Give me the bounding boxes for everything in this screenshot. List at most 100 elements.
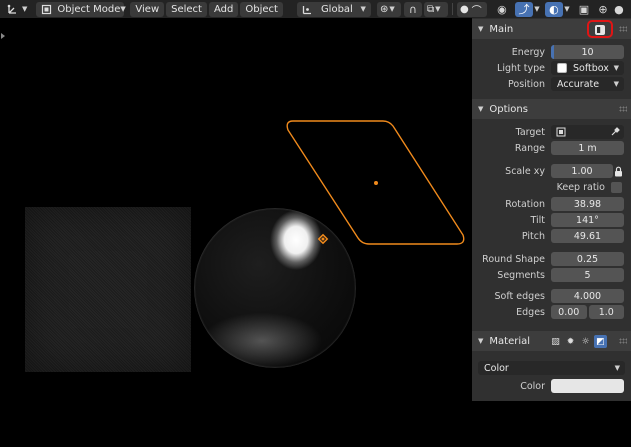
chevron-down-icon: ▼ <box>613 80 619 88</box>
range-label: Range <box>514 142 545 154</box>
mode-select[interactable]: Object Mode ▼ <box>36 1 126 17</box>
round-shape-field[interactable]: 0.25 <box>551 252 624 266</box>
softbox-swatch-icon <box>557 63 567 73</box>
round-shape-label: Round Shape <box>482 253 545 265</box>
collapse-triangle-icon: ▼ <box>478 337 484 345</box>
properties-sidebar: ▼ Main Energy 10 Light type Softbox ▼ Po… <box>472 18 631 401</box>
material-section: ▼ Material ▨ ✹ ☼ ◩ <box>472 331 631 351</box>
overlays-toggle[interactable]: ◐ <box>544 1 563 17</box>
softbox-light-gizmo[interactable] <box>285 117 467 249</box>
rotation-label: Rotation <box>505 198 545 210</box>
position-select[interactable]: Accurate ▼ <box>551 77 624 91</box>
falloff-icon: ⌒ <box>471 5 482 17</box>
range-field[interactable]: 1 m <box>551 141 624 155</box>
orientation-label: Global <box>320 3 353 15</box>
pitch-value: 49.61 <box>573 230 602 242</box>
menu-view[interactable]: View <box>130 1 165 17</box>
pivot-icon: ⊛ <box>379 3 389 15</box>
color-row: Color <box>472 379 631 393</box>
segments-value: 5 <box>584 269 591 281</box>
drag-grip-icon[interactable] <box>619 106 627 112</box>
material-type-row: Color ▼ <box>472 361 631 375</box>
transform-orientation-select[interactable]: Global ▼ <box>296 1 371 17</box>
segments-row: Segments 5 <box>472 268 631 282</box>
bulb-icon[interactable]: ☼ <box>579 335 592 348</box>
keep-ratio-label: Keep ratio <box>556 181 605 193</box>
3d-viewport[interactable] <box>0 18 472 447</box>
editor-type-button[interactable]: ▼ <box>2 2 32 17</box>
soft-edges-row: Soft edges 4.000 <box>472 289 631 303</box>
material-type-select[interactable]: Color ▼ <box>478 361 625 375</box>
drag-grip-icon[interactable] <box>619 26 627 32</box>
rotation-value: 38.98 <box>573 198 602 210</box>
light-panel-icon <box>595 24 605 35</box>
solid-sphere-icon: ● <box>614 2 624 16</box>
chevron-down-icon: ▼ <box>564 5 570 13</box>
menu-object[interactable]: Object <box>240 1 283 17</box>
shading-wireframe[interactable]: ⊕ <box>594 2 612 17</box>
eyedropper-icon[interactable] <box>610 127 620 137</box>
material-type-value: Color <box>484 362 509 374</box>
scale-field[interactable]: 1.00 <box>551 164 613 178</box>
light-tool-button[interactable] <box>587 20 613 38</box>
options-section: ▼ Options <box>472 99 631 119</box>
drag-grip-icon[interactable] <box>619 338 627 344</box>
options-section-title: Options <box>489 103 528 115</box>
options-section-header[interactable]: ▼ Options <box>472 99 631 119</box>
scale-label: Scale xy <box>505 165 545 177</box>
keep-ratio-checkbox[interactable] <box>611 181 622 193</box>
energy-field[interactable]: 10 <box>551 45 624 59</box>
pitch-row: Pitch 49.61 <box>472 229 631 243</box>
chevron-down-icon: ▼ <box>613 64 619 72</box>
menu-select[interactable]: Select <box>166 1 207 17</box>
shading-solid[interactable]: ● <box>613 2 625 17</box>
energy-slider-fill <box>551 45 554 59</box>
edges-fields: 0.00 1.0 <box>551 305 624 319</box>
material-section-title: Material <box>489 335 531 347</box>
tilt-value: 141° <box>576 214 599 226</box>
target-label: Target <box>515 126 545 138</box>
lock-icon[interactable] <box>614 166 623 177</box>
rotation-row: Rotation 38.98 <box>472 197 631 211</box>
light-type-value: Softbox <box>573 62 609 74</box>
edges-min-field[interactable]: 0.00 <box>551 305 587 319</box>
segments-field[interactable]: 5 <box>551 268 624 282</box>
eye-icon: ◉ <box>497 2 507 16</box>
toolbar-expand-icon[interactable] <box>1 33 5 39</box>
target-field[interactable] <box>551 125 624 139</box>
pivot-point-button[interactable]: ⊛ ▼ <box>376 1 401 17</box>
pitch-field[interactable]: 49.61 <box>551 229 624 243</box>
tilt-field[interactable]: 141° <box>551 213 624 227</box>
gizmo-toggle[interactable]: ⤴ <box>514 1 533 17</box>
overlays-dropdown[interactable]: ▼ <box>563 2 571 17</box>
soft-edges-field[interactable]: 4.000 <box>551 289 624 303</box>
color-label: Color <box>520 380 545 392</box>
overlay-dropdown[interactable]: ▼ <box>533 2 541 17</box>
position-row: Position Accurate ▼ <box>472 77 631 91</box>
menu-add[interactable]: Add <box>208 1 239 17</box>
proportional-edit-button[interactable]: ● ⌒ <box>456 1 487 17</box>
edges-row: Edges 0.00 1.0 <box>472 305 631 319</box>
gradient-icon[interactable]: ◩ <box>594 335 607 348</box>
xray-icon: ▣ <box>578 2 590 16</box>
textured-plane[interactable] <box>25 207 191 372</box>
light-type-label: Light type <box>497 62 545 74</box>
energy-value: 10 <box>581 46 594 58</box>
xray-toggle[interactable]: ▣ <box>575 2 593 17</box>
axes-icon <box>7 3 19 15</box>
snap-icon: ⧉ <box>426 3 435 15</box>
main-section: ▼ Main <box>472 19 631 39</box>
light-type-select[interactable]: Softbox ▼ <box>551 61 624 75</box>
rotation-field[interactable]: 38.98 <box>551 197 624 211</box>
edges-max-field[interactable]: 1.0 <box>588 305 624 319</box>
sidebar-empty-area <box>472 401 631 447</box>
snap-toggle[interactable]: ∩ <box>403 1 422 17</box>
snap-target-button[interactable]: ⧉ ▼ <box>423 1 448 17</box>
image-icon[interactable]: ▨ <box>549 335 562 348</box>
mode-label: Object Mode <box>57 3 121 15</box>
gear-icon[interactable]: ✹ <box>564 335 577 348</box>
color-swatch-field[interactable] <box>551 379 624 393</box>
segments-label: Segments <box>497 269 545 281</box>
visibility-button[interactable]: ◉ <box>493 2 511 17</box>
soft-edges-label: Soft edges <box>494 290 545 302</box>
